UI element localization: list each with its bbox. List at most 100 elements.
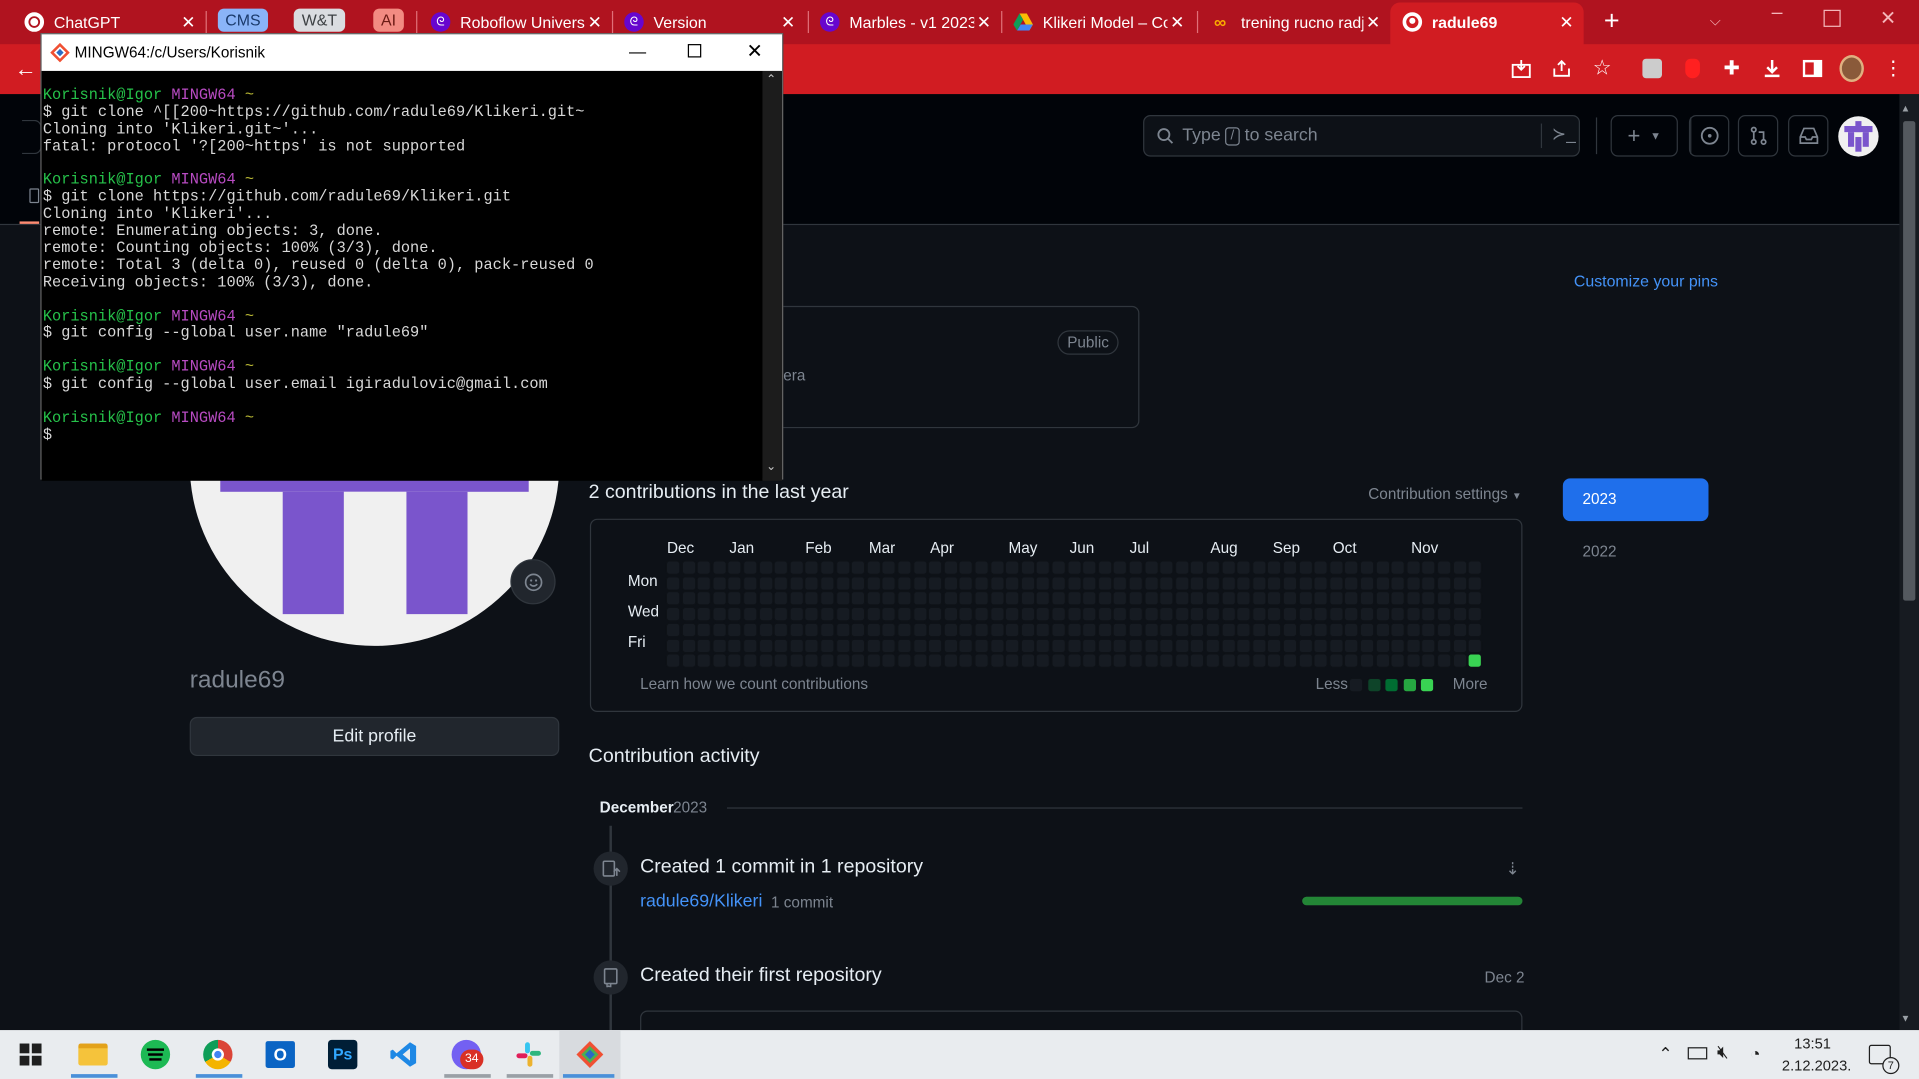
contribution-day[interactable] bbox=[681, 591, 696, 607]
contribution-day[interactable] bbox=[1282, 637, 1298, 653]
contribution-day[interactable] bbox=[727, 637, 743, 653]
contribution-day[interactable] bbox=[1421, 591, 1437, 607]
contribution-day[interactable] bbox=[773, 591, 789, 607]
contribution-day[interactable] bbox=[835, 637, 851, 653]
contribution-day[interactable] bbox=[1097, 560, 1113, 575]
contribution-day[interactable] bbox=[1082, 591, 1097, 607]
edit-profile-button[interactable]: Edit profile bbox=[189, 716, 560, 757]
contribution-day[interactable] bbox=[1082, 653, 1097, 669]
contribution-day[interactable] bbox=[665, 622, 681, 638]
contribution-day[interactable] bbox=[881, 637, 897, 653]
contribution-day[interactable] bbox=[1390, 606, 1406, 622]
contribution-day[interactable] bbox=[1405, 575, 1421, 591]
contribution-day[interactable] bbox=[958, 575, 974, 591]
contribution-day[interactable] bbox=[1035, 653, 1051, 669]
contribution-day[interactable] bbox=[1267, 653, 1282, 669]
contribution-day[interactable] bbox=[943, 591, 959, 607]
terminal-close-icon[interactable]: ✕ bbox=[747, 39, 763, 63]
contribution-day[interactable] bbox=[1220, 637, 1236, 653]
contribution-day[interactable] bbox=[989, 637, 1005, 653]
contribution-day[interactable] bbox=[1236, 606, 1252, 622]
downloads-icon[interactable] bbox=[1760, 56, 1784, 80]
contribution-day[interactable] bbox=[712, 591, 727, 607]
contribution-day[interactable] bbox=[1128, 622, 1144, 638]
contribution-day[interactable] bbox=[1066, 606, 1082, 622]
contribution-day[interactable] bbox=[1035, 560, 1051, 575]
contribution-day[interactable] bbox=[1112, 622, 1128, 638]
contribution-day[interactable] bbox=[1421, 560, 1437, 575]
contribution-day[interactable] bbox=[866, 653, 881, 669]
contribution-day[interactable] bbox=[835, 591, 851, 607]
command-palette-icon[interactable]: ≻_ bbox=[1552, 124, 1576, 145]
contribution-day[interactable] bbox=[758, 622, 773, 638]
contribution-day[interactable] bbox=[1236, 591, 1252, 607]
contribution-day[interactable] bbox=[1051, 653, 1066, 669]
contribution-day[interactable] bbox=[835, 653, 851, 669]
contribution-day[interactable] bbox=[1190, 560, 1205, 575]
contribution-day[interactable] bbox=[866, 606, 881, 622]
contribution-day[interactable] bbox=[1405, 560, 1421, 575]
contribution-day[interactable] bbox=[1174, 591, 1190, 607]
contribution-day[interactable] bbox=[1298, 560, 1313, 575]
contribution-day[interactable] bbox=[1452, 591, 1467, 607]
contribution-day[interactable] bbox=[912, 560, 928, 575]
contribution-day[interactable] bbox=[1035, 637, 1051, 653]
contribution-day[interactable] bbox=[1220, 575, 1236, 591]
contribution-day[interactable] bbox=[1066, 637, 1082, 653]
contribution-day[interactable] bbox=[1359, 653, 1375, 669]
contribution-day[interactable] bbox=[1390, 560, 1406, 575]
contribution-day[interactable] bbox=[819, 606, 835, 622]
contribution-day[interactable] bbox=[1159, 575, 1174, 591]
spotify-icon[interactable] bbox=[131, 1035, 180, 1074]
contribution-day[interactable] bbox=[1205, 591, 1221, 607]
contribution-day[interactable] bbox=[1051, 575, 1066, 591]
contribution-day[interactable] bbox=[1421, 653, 1437, 669]
contribution-day[interactable] bbox=[742, 560, 758, 575]
bookmark-star-icon[interactable]: ☆ bbox=[1590, 56, 1614, 80]
contribution-day[interactable] bbox=[804, 606, 820, 622]
contribution-day[interactable] bbox=[804, 622, 820, 638]
contribution-day[interactable] bbox=[1128, 606, 1144, 622]
vscode-icon[interactable] bbox=[379, 1035, 428, 1074]
contribution-day[interactable] bbox=[1190, 622, 1205, 638]
contribution-day[interactable] bbox=[1375, 637, 1390, 653]
contribution-day[interactable] bbox=[927, 653, 943, 669]
contribution-day[interactable] bbox=[1097, 591, 1113, 607]
contribution-day[interactable] bbox=[1452, 560, 1467, 575]
contribution-day[interactable] bbox=[1051, 591, 1066, 607]
contribution-day[interactable] bbox=[1143, 575, 1159, 591]
contribution-day[interactable] bbox=[1205, 637, 1221, 653]
contribution-day[interactable] bbox=[758, 575, 773, 591]
contribution-day[interactable] bbox=[1344, 622, 1359, 638]
contribution-day[interactable] bbox=[927, 606, 943, 622]
contribution-day[interactable] bbox=[974, 653, 989, 669]
contribution-day[interactable] bbox=[1359, 622, 1375, 638]
contribution-day[interactable] bbox=[1190, 591, 1205, 607]
contribution-day[interactable] bbox=[1005, 637, 1020, 653]
contribution-day[interactable] bbox=[1020, 622, 1036, 638]
terminal-titlebar[interactable]: MINGW64:/c/Users/Korisnik — ✕ bbox=[41, 34, 783, 71]
contribution-day[interactable] bbox=[696, 575, 712, 591]
contribution-day[interactable] bbox=[866, 575, 881, 591]
contribution-day[interactable] bbox=[1159, 606, 1174, 622]
contribution-day[interactable] bbox=[912, 575, 928, 591]
new-tab-button[interactable]: + bbox=[1598, 7, 1625, 34]
contribution-day[interactable] bbox=[727, 575, 743, 591]
contribution-day[interactable] bbox=[1082, 575, 1097, 591]
contribution-day[interactable] bbox=[943, 606, 959, 622]
contribution-day[interactable] bbox=[696, 653, 712, 669]
contribution-day[interactable] bbox=[1251, 575, 1267, 591]
contribution-day[interactable] bbox=[742, 622, 758, 638]
contribution-day[interactable] bbox=[758, 560, 773, 575]
contribution-day[interactable] bbox=[1035, 575, 1051, 591]
contribution-day[interactable] bbox=[1251, 653, 1267, 669]
contribution-day[interactable] bbox=[1097, 606, 1113, 622]
install-app-icon[interactable] bbox=[1509, 56, 1533, 80]
contribution-day[interactable] bbox=[1359, 606, 1375, 622]
contribution-day[interactable] bbox=[1128, 591, 1144, 607]
contribution-day[interactable] bbox=[1282, 575, 1298, 591]
close-tab-icon[interactable]: ✕ bbox=[1557, 12, 1577, 33]
search-input[interactable]: Type / to search ≻_ bbox=[1143, 114, 1580, 157]
contribution-day[interactable] bbox=[958, 622, 974, 638]
contribution-day[interactable] bbox=[881, 653, 897, 669]
